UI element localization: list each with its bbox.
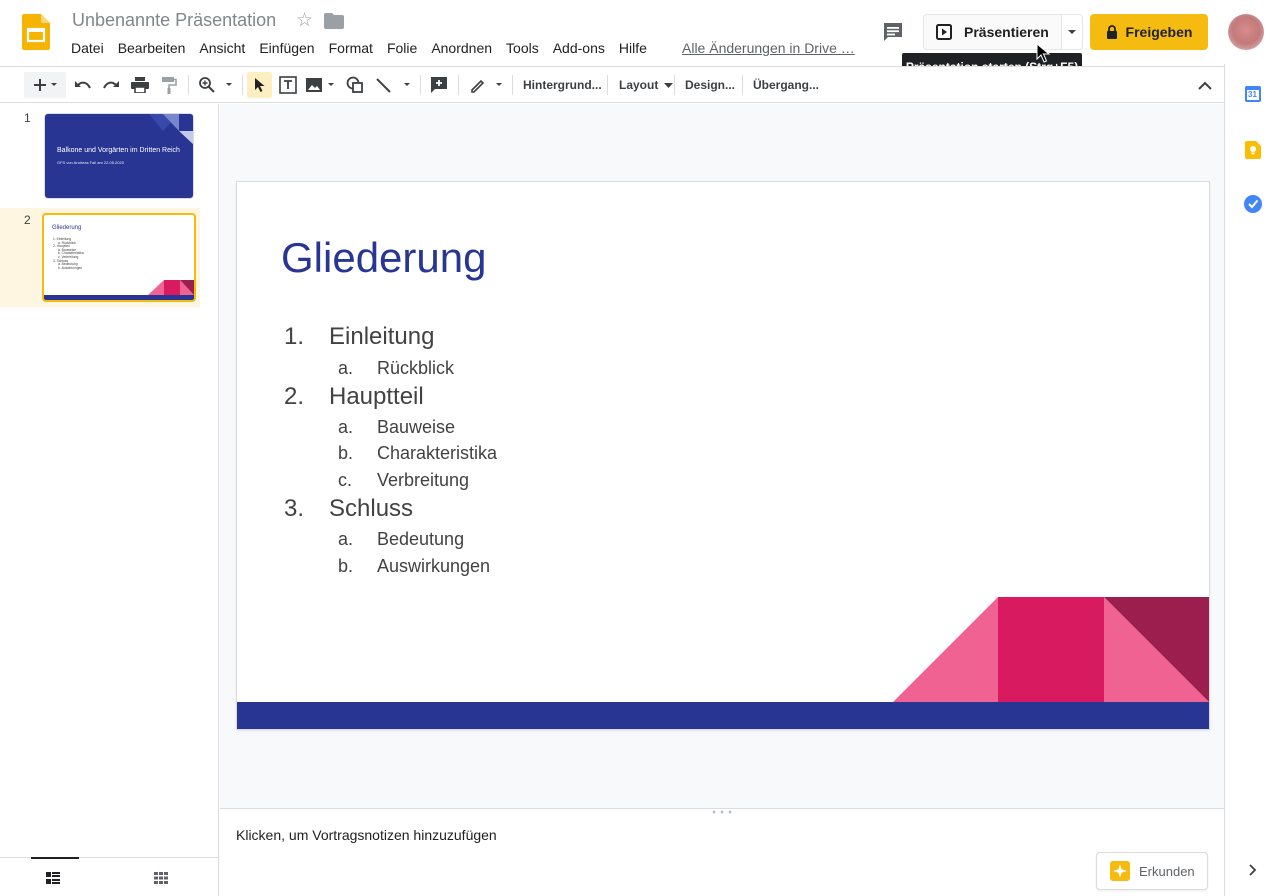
menu-folie[interactable]: Folie xyxy=(380,38,424,60)
share-label: Freigeben xyxy=(1125,24,1193,40)
undo-icon xyxy=(75,81,91,89)
zoom-icon xyxy=(199,77,232,93)
filmstrip-view-icon[interactable] xyxy=(46,872,60,884)
slide-thumbnail-1[interactable]: Balkone und Vorgärten im Dritten Reich G… xyxy=(44,113,194,199)
layout-button[interactable]: Layout xyxy=(619,75,673,95)
menu-bar: Datei Bearbeiten Ansicht Einfügen Format… xyxy=(64,38,654,60)
account-avatar[interactable] xyxy=(1228,14,1264,50)
menu-tools[interactable]: Tools xyxy=(499,38,546,60)
menu-ansicht[interactable]: Ansicht xyxy=(192,38,252,60)
design-button[interactable]: Design... xyxy=(685,75,735,95)
redo-button[interactable] xyxy=(100,72,122,98)
undo-button[interactable] xyxy=(72,72,94,98)
speaker-notes-placeholder[interactable]: Klicken, um Vortragsnotizen hinzuzufügen xyxy=(236,827,497,843)
print-button[interactable] xyxy=(129,72,151,98)
save-status-link[interactable]: Alle Änderungen in Drive … xyxy=(682,38,855,58)
app-header: Unbenannte Präsentation ☆ Datei Bearbeit… xyxy=(0,0,1280,64)
comments-icon[interactable] xyxy=(882,21,904,43)
explore-label: Erkunden xyxy=(1139,863,1195,879)
star-icon[interactable]: ☆ xyxy=(296,10,313,32)
slides-logo[interactable] xyxy=(22,14,50,50)
toolbar-divider xyxy=(242,75,243,95)
pen-icon xyxy=(471,79,502,93)
toolbar-divider xyxy=(674,75,675,95)
toolbar-divider xyxy=(607,75,608,95)
line-button[interactable] xyxy=(374,72,414,98)
pointer-icon xyxy=(254,78,264,92)
caret-down-icon xyxy=(663,82,673,88)
toolbar-divider xyxy=(458,75,459,95)
notes-resize-handle[interactable] xyxy=(712,810,732,814)
thumbnail-decoration xyxy=(149,114,193,145)
present-options-dropdown[interactable] xyxy=(1061,15,1082,49)
pen-tool-button[interactable] xyxy=(468,72,506,98)
present-button-group: Präsentieren xyxy=(923,14,1083,50)
slide-number: 2 xyxy=(24,213,31,227)
mouse-cursor-icon xyxy=(1036,43,1050,63)
select-tool-button[interactable] xyxy=(247,72,272,98)
menu-datei[interactable]: Datei xyxy=(64,38,111,60)
menu-anordnen[interactable]: Anordnen xyxy=(424,38,499,60)
shape-icon xyxy=(346,76,363,93)
paint-format-button[interactable] xyxy=(158,72,180,98)
menu-hilfe[interactable]: Hilfe xyxy=(612,38,654,60)
lock-icon xyxy=(1106,25,1117,39)
active-view-indicator xyxy=(31,857,79,859)
editor-toolbar: Hintergrund... Layout Design... Übergang… xyxy=(0,66,1224,103)
present-label: Präsentieren xyxy=(964,24,1049,40)
toolbar-divider xyxy=(512,75,513,95)
caret-down-icon xyxy=(1068,30,1077,34)
insert-image-button[interactable] xyxy=(304,72,338,98)
tasks-icon[interactable] xyxy=(1244,195,1262,213)
slide-footer-bar xyxy=(237,702,1209,729)
thumbnail-title: Balkone und Vorgärten im Dritten Reich xyxy=(57,147,180,154)
new-slide-button[interactable] xyxy=(24,72,66,98)
menu-bearbeiten[interactable]: Bearbeiten xyxy=(111,38,193,60)
document-title[interactable]: Unbenannte Präsentation xyxy=(72,10,276,31)
side-panel: 31 xyxy=(1224,64,1280,896)
slide-editor[interactable]: Gliederung 1. Einleitung a. Rückblick 2.… xyxy=(237,182,1209,729)
explore-button[interactable]: Erkunden xyxy=(1096,852,1208,890)
chevron-up-icon xyxy=(1198,81,1212,90)
present-play-icon xyxy=(936,24,952,40)
chevron-right-icon[interactable] xyxy=(1249,864,1257,876)
menu-format[interactable]: Format xyxy=(322,38,380,60)
calendar-day: 31 xyxy=(1248,90,1257,99)
filmstrip-view-controls xyxy=(0,857,219,896)
shape-button[interactable] xyxy=(344,72,366,98)
share-button[interactable]: Freigeben xyxy=(1090,14,1208,50)
add-comment-icon xyxy=(431,77,447,93)
layout-label: Layout xyxy=(619,78,659,92)
redo-icon xyxy=(103,81,119,89)
calendar-icon[interactable]: 31 xyxy=(1245,86,1261,102)
transition-button[interactable]: Übergang... xyxy=(753,75,819,95)
grid-view-icon[interactable] xyxy=(154,872,168,884)
slide-decoration xyxy=(893,597,1209,702)
thumbnail-subtitle: GFS von Andreas Fall am 22.05.2020 xyxy=(57,160,124,165)
zoom-button[interactable] xyxy=(196,72,236,98)
slide-number: 1 xyxy=(24,111,31,125)
menu-addons[interactable]: Add-ons xyxy=(546,38,612,60)
toolbar-divider xyxy=(188,75,189,95)
image-icon xyxy=(306,78,334,92)
toolbar-divider xyxy=(420,75,421,95)
keep-icon[interactable] xyxy=(1245,141,1261,159)
print-icon xyxy=(131,77,149,93)
insert-comment-button[interactable] xyxy=(428,72,450,98)
menu-einfuegen[interactable]: Einfügen xyxy=(252,38,321,60)
paint-format-icon xyxy=(162,77,177,94)
toolbar-divider xyxy=(742,75,743,95)
text-box-button[interactable] xyxy=(276,72,300,98)
speaker-notes-panel[interactable] xyxy=(220,808,1224,896)
thumbnail-decoration xyxy=(44,280,194,300)
folder-icon[interactable] xyxy=(324,13,344,29)
slide-thumbnail-2[interactable]: Gliederung 1. Einleitung a. Rückblick 2.… xyxy=(42,213,196,302)
background-button[interactable]: Hintergrund... xyxy=(523,75,602,95)
plus-icon xyxy=(34,79,57,91)
explore-icon xyxy=(1110,861,1130,881)
collapse-toolbar-button[interactable] xyxy=(1194,72,1216,98)
line-icon xyxy=(376,78,410,93)
text-box-icon xyxy=(279,76,297,94)
